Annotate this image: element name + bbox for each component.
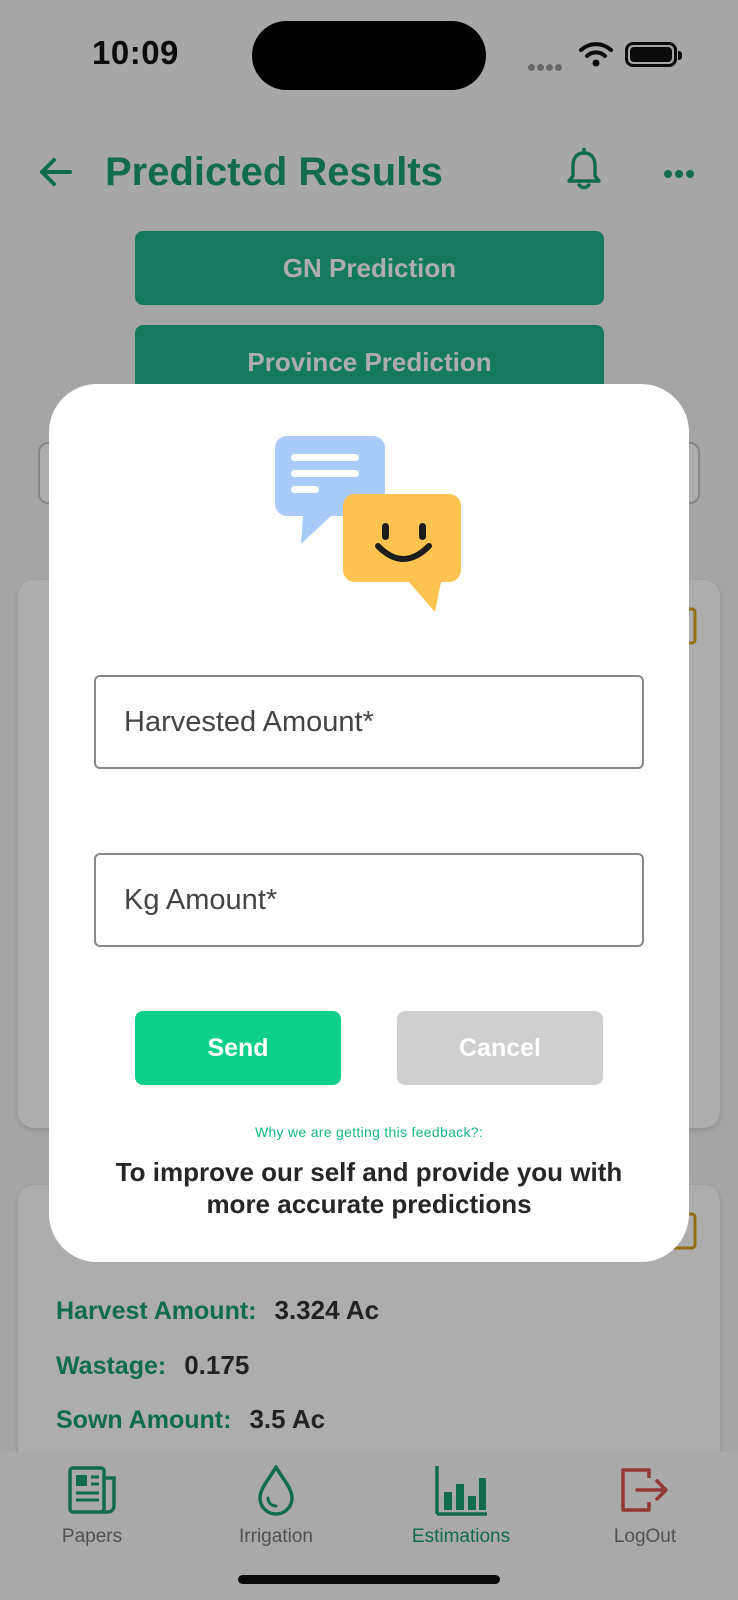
feedback-dialog: Send Cancel Why we are getting this feed…	[49, 384, 689, 1262]
feedback-reason: To improve our self and provide you with…	[115, 1157, 623, 1219]
send-button[interactable]: Send	[135, 1011, 341, 1085]
cancel-button[interactable]: Cancel	[397, 1011, 603, 1085]
kg-amount-field[interactable]	[94, 853, 644, 947]
harvested-amount-field[interactable]	[94, 675, 644, 769]
feedback-question: Why we are getting this feedback?:	[254, 1124, 484, 1140]
chat-bubbles-icon	[275, 436, 461, 612]
